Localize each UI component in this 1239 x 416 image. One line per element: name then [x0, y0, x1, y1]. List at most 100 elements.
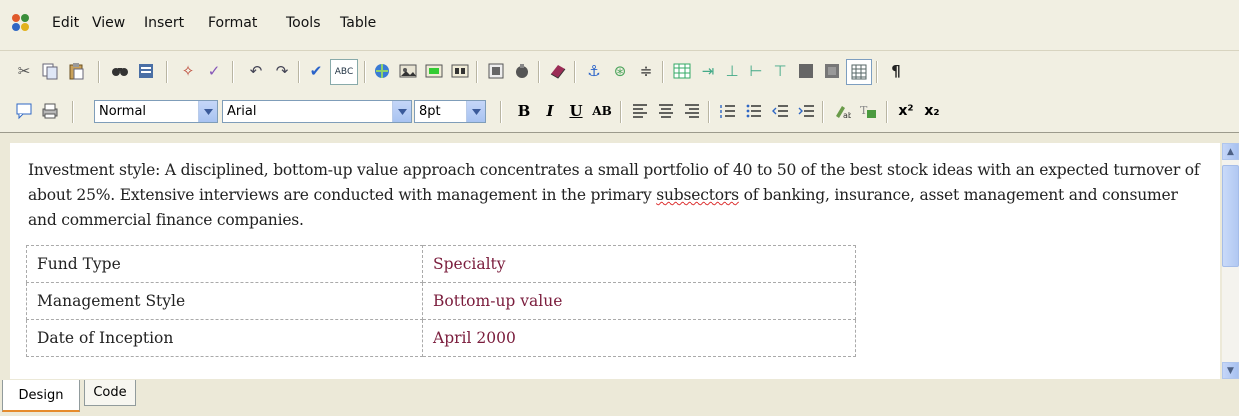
scroll-up-icon[interactable]: ▲ [1222, 143, 1239, 160]
toolbar-separator [708, 101, 710, 123]
chevron-down-icon[interactable] [198, 101, 217, 122]
format-check-icon[interactable]: ✓ [204, 61, 224, 81]
scroll-down-icon[interactable]: ▼ [1222, 362, 1239, 379]
merge-cells-icon[interactable] [796, 61, 816, 81]
spellcheck-icon[interactable]: ✔ [306, 61, 326, 81]
spellcheck-label: ABC [334, 67, 354, 77]
bold-button[interactable]: B [514, 101, 534, 121]
menu-insert[interactable]: Insert [144, 15, 184, 31]
highlight-color-icon[interactable]: ab [832, 101, 852, 121]
toolbar-separator [574, 61, 576, 83]
chevron-down-icon[interactable] [392, 101, 411, 122]
table-cell-key[interactable]: Fund Type [26, 245, 423, 283]
redo-icon[interactable]: ↷ [272, 61, 292, 81]
menu-edit[interactable]: Edit [52, 15, 79, 31]
insert-column-icon[interactable]: ⊥ [722, 61, 742, 81]
copy-icon[interactable] [40, 61, 60, 81]
table-row: Management Style Bottom-up value [26, 282, 856, 320]
view-tabs: Design Code [0, 380, 1239, 416]
split-cells-icon[interactable] [822, 61, 842, 81]
tab-code[interactable]: Code [84, 380, 136, 406]
chevron-down-icon[interactable] [466, 101, 485, 122]
menu-table[interactable]: Table [340, 15, 376, 31]
table-properties-icon[interactable] [846, 59, 872, 85]
table-cell-key[interactable]: Date of Inception [26, 319, 423, 357]
toolbar-separator [232, 61, 234, 83]
horizontal-rule-icon[interactable]: ≑ [636, 61, 656, 81]
toolbar-separator [500, 101, 502, 123]
delete-row-icon[interactable]: ⊢ [746, 61, 766, 81]
vertical-scrollbar[interactable]: ▲ ▼ [1222, 143, 1239, 379]
show-paragraph-marks-icon[interactable]: ¶ [886, 61, 906, 81]
insert-comment-icon[interactable] [14, 101, 34, 121]
table-cell-value[interactable]: Specialty [422, 245, 856, 283]
table-row: Fund Type Specialty [26, 245, 856, 283]
table-cell-value[interactable]: Bottom-up value [422, 282, 856, 320]
app-logo-icon[interactable] [10, 12, 32, 34]
insert-symbol-icon[interactable]: ⊛ [610, 61, 630, 81]
clean-html-icon[interactable]: ✧ [178, 61, 198, 81]
toolbar-separator [476, 61, 478, 83]
font-name-select[interactable]: Arial [222, 100, 412, 123]
editor-content-area[interactable]: Investment style: A disciplined, bottom-… [10, 143, 1220, 379]
insert-special-char-icon[interactable] [548, 61, 568, 81]
insert-media-icon[interactable] [424, 61, 444, 81]
align-center-icon[interactable] [656, 101, 676, 121]
indent-icon[interactable] [796, 101, 816, 121]
misspelled-word[interactable]: subsectors [656, 186, 739, 204]
block-format-select[interactable]: Normal [94, 100, 218, 123]
bullet-list-icon[interactable] [744, 101, 764, 121]
investment-style-paragraph: Investment style: A disciplined, bottom-… [28, 158, 1208, 233]
insert-row-icon[interactable]: ⇥ [698, 61, 718, 81]
underline-button[interactable]: U [566, 101, 586, 121]
svg-text:T: T [860, 104, 868, 117]
delete-column-icon[interactable]: ⊤ [770, 61, 790, 81]
all-caps-button[interactable]: AB [592, 101, 612, 121]
print-icon[interactable] [40, 101, 60, 121]
font-name-value: Arial [227, 104, 257, 119]
menu-bar: Edit View Insert Format Tools Table [0, 0, 1239, 50]
fund-info-table: Fund Type Specialty Management Style Bot… [26, 245, 856, 357]
toolbar-separator [166, 61, 168, 83]
insert-table-icon[interactable] [672, 61, 692, 81]
insert-anchor-icon[interactable]: ⚓ [584, 61, 604, 81]
menu-tools[interactable]: Tools [286, 15, 321, 31]
table-cell-key[interactable]: Management Style [26, 282, 423, 320]
table-row: Date of Inception April 2000 [26, 319, 856, 357]
insert-image-icon[interactable] [398, 61, 418, 81]
toolbar-separator [876, 61, 878, 83]
toolbar-standard: ✂ ✧ ✓ ↶ ↷ ✔ ABC ⚓ ⊛ ≑ ⇥ ⊥ ⊢ ⊤ ¶ [0, 50, 1239, 93]
italic-button[interactable]: I [540, 101, 560, 121]
find-icon[interactable] [110, 61, 130, 81]
font-color-icon[interactable]: T [858, 101, 878, 121]
html-editor-window: Edit View Insert Format Tools Table ✂ ✧ … [0, 0, 1239, 416]
numbered-list-icon[interactable] [718, 101, 738, 121]
toolbar-separator [298, 61, 300, 83]
insert-document-icon[interactable] [486, 61, 506, 81]
align-right-icon[interactable] [682, 101, 702, 121]
table-cell-value[interactable]: April 2000 [422, 319, 856, 357]
tab-design[interactable]: Design [2, 380, 80, 412]
insert-link-icon[interactable] [372, 61, 392, 81]
menu-format[interactable]: Format [208, 15, 257, 31]
outdent-icon[interactable] [770, 101, 790, 121]
editor-frame: Investment style: A disciplined, bottom-… [0, 132, 1239, 382]
block-format-value: Normal [99, 104, 147, 119]
subscript-button[interactable]: x₂ [922, 101, 942, 121]
insert-flash-icon[interactable] [450, 61, 470, 81]
spellcheck-as-you-type-button[interactable]: ABC [330, 59, 358, 85]
align-left-icon[interactable] [630, 101, 650, 121]
paste-icon[interactable] [66, 61, 86, 81]
superscript-button[interactable]: x² [896, 101, 916, 121]
menu-view[interactable]: View [92, 15, 125, 31]
font-size-select[interactable]: 8pt [414, 100, 486, 123]
toolbar-separator [364, 61, 366, 83]
toolbar-separator [886, 101, 888, 123]
find-replace-icon[interactable] [136, 61, 156, 81]
tab-code-label: Code [93, 385, 127, 400]
undo-icon[interactable]: ↶ [246, 61, 266, 81]
svg-text:ab: ab [843, 111, 851, 120]
cut-icon[interactable]: ✂ [14, 61, 34, 81]
scrollbar-thumb[interactable] [1222, 165, 1239, 267]
insert-template-icon[interactable] [512, 61, 532, 81]
